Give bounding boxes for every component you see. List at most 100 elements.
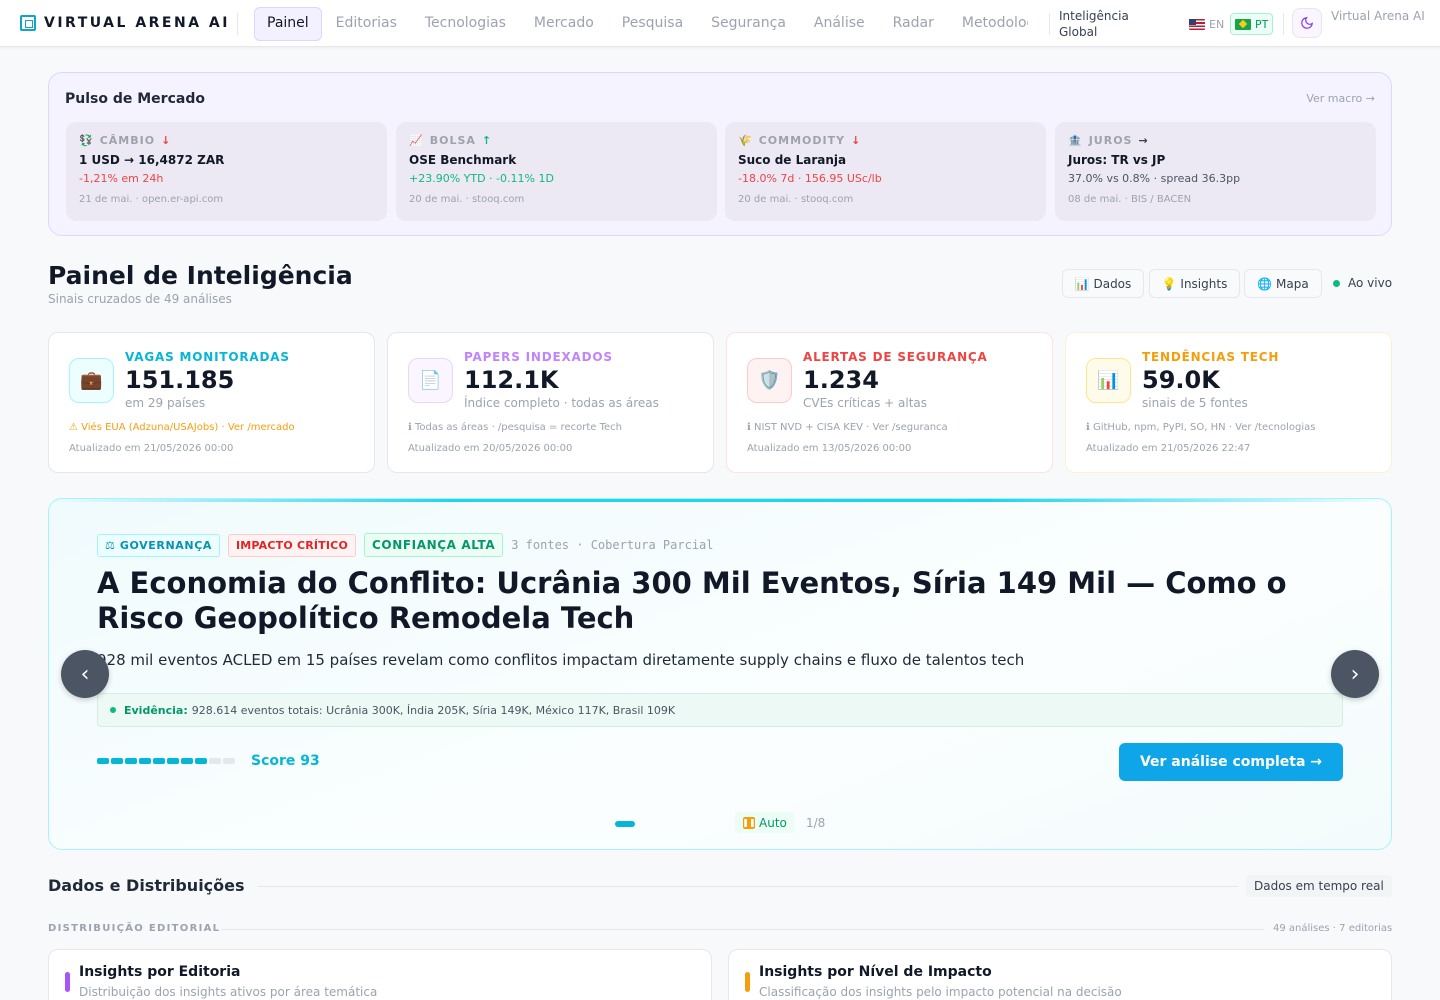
panel-subtitle: Distribuição dos insights ativos por áre… <box>79 985 378 999</box>
nav-link-pesquisa[interactable]: Pesquisa <box>608 7 697 41</box>
logo-icon <box>20 15 36 31</box>
pulse-card-label: BOLSA <box>429 134 476 147</box>
nav-link-mercado[interactable]: Mercado <box>520 7 608 41</box>
brand-logo[interactable]: VIRTUAL ARENA AI <box>20 15 230 31</box>
insights-button[interactable]: 💡 Insights <box>1149 269 1240 298</box>
pulse-card-label: CÂMBIO <box>99 134 156 147</box>
lang-en-button[interactable]: EN <box>1185 13 1228 35</box>
impact-tag: IMPACTO CRÍTICO <box>227 533 357 557</box>
stat-note[interactable]: ℹ GitHub, npm, PyPI, SO, HN · Ver /tecno… <box>1086 422 1315 433</box>
score-segment <box>181 758 193 764</box>
chevron-left-icon: ‹ <box>80 661 90 687</box>
currency-exchange-icon: 💱 <box>79 134 94 147</box>
stat-note[interactable]: ⚠ Viés EUA (Adzuna/USAJobs) · Ver /merca… <box>69 422 295 433</box>
stat-description: em 29 países <box>125 396 206 410</box>
pulse-card-value: OSE Benchmark <box>409 153 517 167</box>
pulse-card-change: -18.0% 7d · 156.95 USc/lb <box>738 172 882 185</box>
brand-name: VIRTUAL ARENA AI <box>44 15 230 31</box>
live-dot-icon <box>1333 279 1340 287</box>
data-button[interactable]: 📊 Dados <box>1062 269 1144 298</box>
nav-link-radar[interactable]: Radar <box>879 7 948 41</box>
carousel-next-button[interactable]: › <box>1331 650 1379 698</box>
wheat-icon: 🌾 <box>738 134 753 147</box>
stat-note[interactable]: ℹ NIST NVD + CISA KEV · Ver /seguranca <box>747 422 948 433</box>
realtime-badge: Dados em tempo real <box>1246 875 1392 897</box>
confidence-tag: CONFIANÇA ALTA <box>364 533 504 557</box>
featured-insight-carousel: ⚖ GOVERNANÇA IMPACTO CRÍTICO CONFIANÇA A… <box>48 498 1392 850</box>
stat-label: TENDÊNCIAS TECH <box>1142 350 1280 364</box>
stat-value: 59.0K <box>1142 366 1220 394</box>
pulse-card-source: 20 de mai. · stooq.com <box>738 194 854 205</box>
nav-links: Painel Editorias Tecnologias Mercado Pes… <box>254 7 1028 41</box>
score-segment <box>195 758 207 764</box>
score-segment <box>209 758 221 764</box>
stat-label: ALERTAS DE SEGURANÇA <box>803 350 988 364</box>
nav-divider <box>1283 13 1284 35</box>
pulse-card-change: 37.0% vs 0.8% · spread 36.3pp <box>1068 172 1241 185</box>
section-divider <box>258 886 1238 887</box>
pulse-card-commodity[interactable]: 🌾 COMMODITY ↓ Suco de Laranja -18.0% 7d · … <box>725 122 1046 221</box>
stat-note[interactable]: ℹ Todas as áreas · /pesquisa = recorte T… <box>408 422 622 433</box>
carousel-prev-button[interactable]: ‹ <box>61 650 109 698</box>
insight-title[interactable]: A Economia do Conflito: Ucrânia 300 Mil … <box>97 566 1357 636</box>
stat-card-security[interactable]: 🛡️ ALERTAS DE SEGURANÇA 1.234 CVEs críti… <box>726 332 1053 473</box>
trend-up-icon: ↑ <box>481 134 493 147</box>
evidence-text: 928.614 eventos totais: Ucrânia 300K, Ín… <box>191 703 676 717</box>
page-title: Painel de Inteligência <box>48 261 353 290</box>
sources-meta: 3 fontes · Cobertura Parcial <box>511 538 714 552</box>
trend-down-icon: ↓ <box>851 134 862 147</box>
map-button[interactable]: 🌐 Mapa <box>1244 269 1322 298</box>
score-segment <box>111 758 123 764</box>
carousel-counter: 1/8 <box>806 816 826 830</box>
section-title: Dados e Distribuições <box>48 876 245 895</box>
panel-insights-by-impact: Insights por Nível de Impacto Classifica… <box>728 949 1392 1000</box>
lang-pt-button[interactable]: PT <box>1230 13 1274 35</box>
insight-tags: ⚖ GOVERNANÇA IMPACTO CRÍTICO CONFIANÇA A… <box>97 533 714 557</box>
nav-link-tecnologias[interactable]: Tecnologias <box>411 7 520 41</box>
stat-card-jobs[interactable]: 💼 VAGAS MONITORADAS 151.185 em 29 países… <box>48 332 375 473</box>
live-indicator: Ao vivo <box>1333 276 1392 290</box>
market-pulse-panel: Pulso de Mercado Ver macro → 💱 CÂMBIO ↓ 1 … <box>48 72 1392 236</box>
theme-toggle-button[interactable] <box>1292 8 1322 38</box>
nav-link-seguranca[interactable]: Segurança <box>697 7 800 41</box>
stat-description: sinais de 5 fontes <box>1142 396 1248 410</box>
stat-card-trends[interactable]: 📊 TENDÊNCIAS TECH 59.0K sinais de 5 font… <box>1065 332 1392 473</box>
pulse-card-bolsa[interactable]: 📈 BOLSA ↑ OSE Benchmark +23.90% YTD · -0.1… <box>396 122 717 221</box>
profile-name[interactable]: Virtual Arena AI <box>1331 8 1431 24</box>
intel-global-link[interactable]: Inteligência Global <box>1059 8 1149 40</box>
panel-title: Insights por Editoria <box>79 964 241 980</box>
stat-card-papers[interactable]: 📄 PAPERS INDEXADOS 112.1K Índice complet… <box>387 332 714 473</box>
pulse-card-value: 1 USD → 16,4872 ZAR <box>79 153 225 167</box>
view-macro-link[interactable]: Ver macro → <box>1306 92 1375 105</box>
evidence-dot-icon <box>110 707 116 713</box>
bar-chart-icon: 📊 <box>1086 358 1131 403</box>
lang-en-label: EN <box>1209 17 1225 31</box>
nav-link-editorias[interactable]: Editorias <box>322 7 411 41</box>
category-tag[interactable]: ⚖ GOVERNANÇA <box>97 533 220 557</box>
score-label: Score 93 <box>251 753 320 769</box>
nav-link-painel[interactable]: Painel <box>254 7 322 41</box>
stat-updated: Atualizado em 13/05/2026 00:00 <box>747 443 912 454</box>
carousel-dot-active[interactable] <box>615 821 635 827</box>
pulse-card-cambio[interactable]: 💱 CÂMBIO ↓ 1 USD → 16,4872 ZAR -1,21% em 2… <box>66 122 387 221</box>
pause-icon: ❚❚ <box>742 816 756 829</box>
chevron-right-icon: › <box>1350 661 1360 687</box>
nav-link-metodologia[interactable]: Metodologia <box>948 7 1028 41</box>
accent-line <box>49 499 1391 502</box>
pulse-card-label: COMMODITY <box>758 134 846 147</box>
pulse-card-juros[interactable]: 🏦 JUROS → Juros: TR vs JP 37.0% vs 0.8% · … <box>1055 122 1376 221</box>
pulse-card-label: JUROS <box>1088 134 1133 147</box>
bank-icon: 🏦 <box>1068 134 1083 147</box>
us-flag-icon <box>1189 18 1205 30</box>
pulse-card-source: 21 de mai. · open.er-api.com <box>79 194 224 205</box>
score-segment <box>97 758 109 764</box>
nav-link-analise[interactable]: Análise <box>800 7 879 41</box>
brazil-flag-icon <box>1235 18 1251 30</box>
score-meter <box>97 758 235 764</box>
score-segment <box>139 758 151 764</box>
subsection-title: DISTRIBUIÇÃO EDITORIAL <box>48 923 221 934</box>
view-full-analysis-button[interactable]: Ver análise completa → <box>1119 743 1343 781</box>
panel-insights-by-editorial: Insights por Editoria Distribuição dos i… <box>48 949 712 1000</box>
autoplay-toggle[interactable]: ❚❚ Auto <box>735 812 795 833</box>
shield-icon: 🛡️ <box>747 358 792 403</box>
